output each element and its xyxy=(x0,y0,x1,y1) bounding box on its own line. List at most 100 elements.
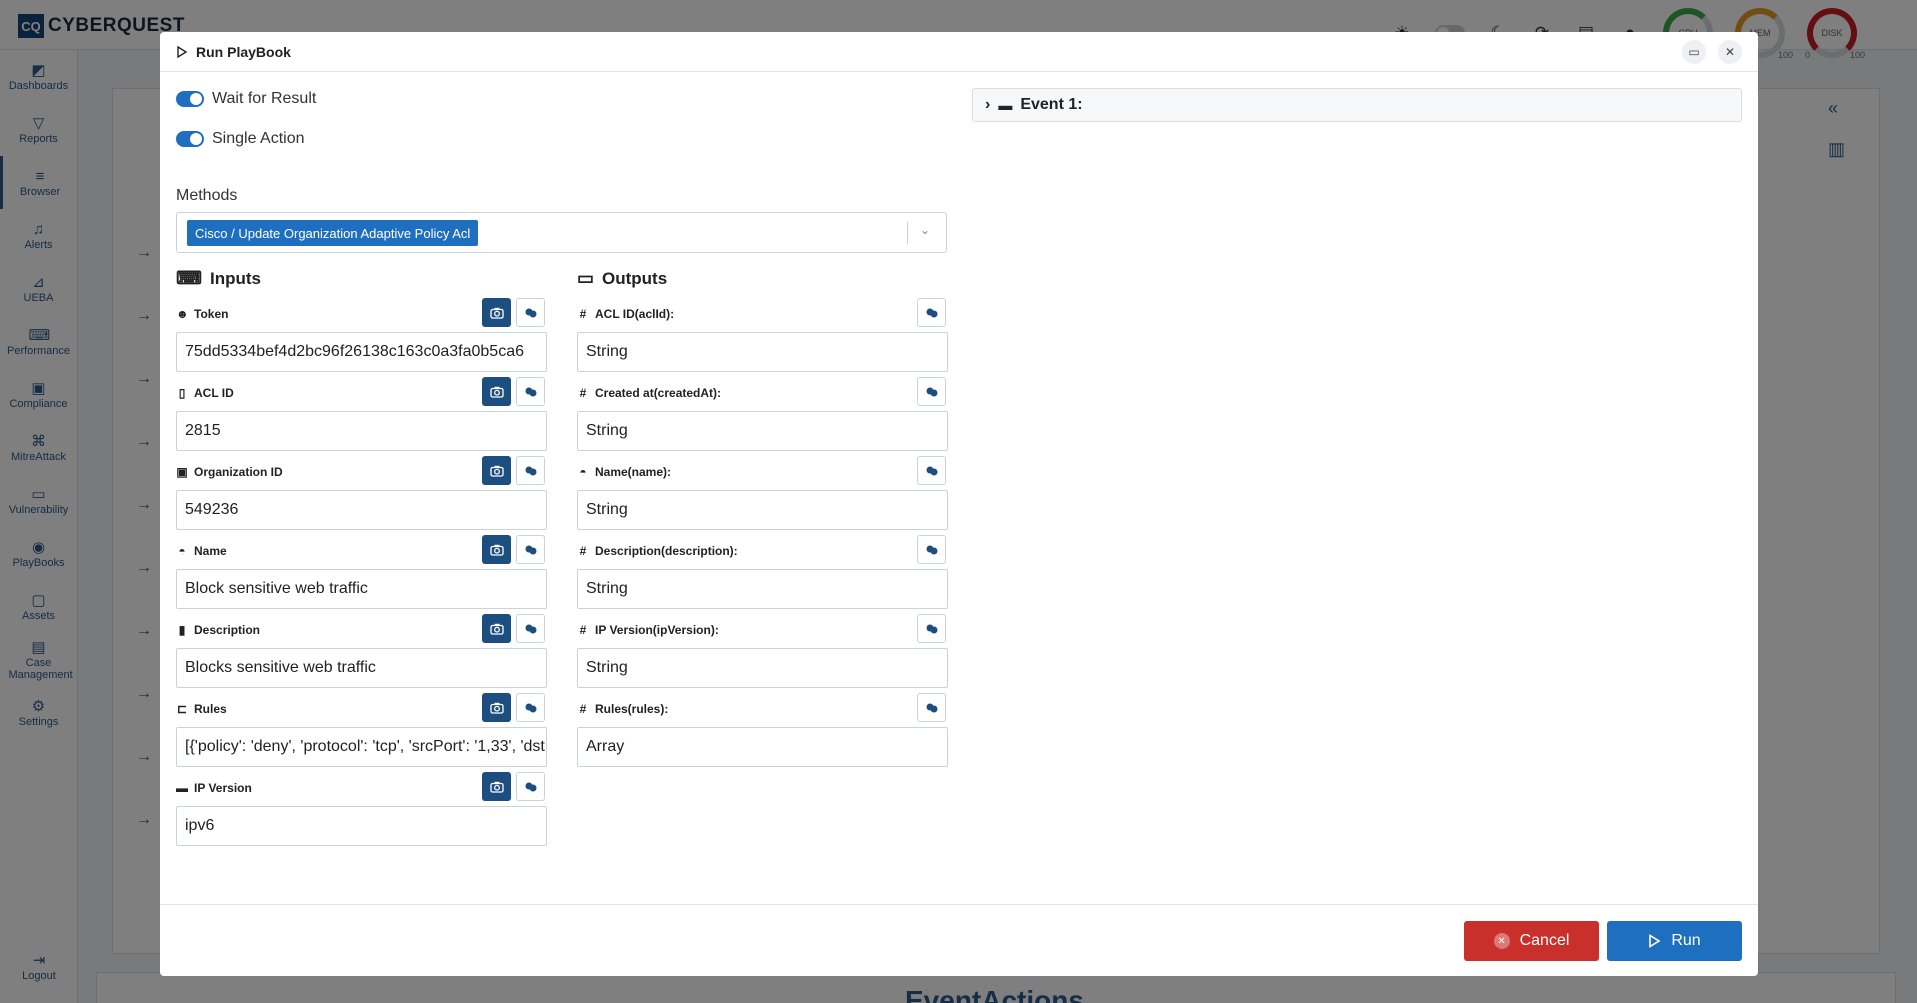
cloud-icon xyxy=(926,308,937,317)
single-action-toggle[interactable] xyxy=(176,131,204,147)
output-name-toggle-button[interactable] xyxy=(917,456,946,485)
outputs-title: ▭ Outputs xyxy=(577,268,667,289)
cancel-label: Cancel xyxy=(1519,932,1570,949)
camera-icon xyxy=(489,386,504,398)
output-description-toggle-button[interactable] xyxy=(917,535,946,564)
acl-id-label-text: ACL ID xyxy=(194,386,234,400)
run-button[interactable]: Run xyxy=(1607,921,1742,961)
cloud-icon xyxy=(926,387,937,396)
single-action-label: Single Action xyxy=(212,130,305,147)
camera-icon xyxy=(489,781,504,793)
output-created-at-label: # Created at(createdAt): xyxy=(577,386,721,400)
wait-for-result-toggle[interactable] xyxy=(176,91,204,107)
modal-title: Run PlayBook xyxy=(196,43,291,60)
token-input[interactable]: 75dd5334bef4d2bc96f26138c163c0a3fa0b5ca6 xyxy=(176,332,547,372)
token-snapshot-button[interactable] xyxy=(482,298,511,327)
token-label: ☻ Token xyxy=(176,307,228,321)
ip-version-label-text: IP Version xyxy=(194,781,252,795)
inputs-title: ⌨ Inputs xyxy=(176,268,261,289)
name-toggle-button[interactable] xyxy=(516,535,545,564)
organization-id-input[interactable]: 549236 xyxy=(176,490,547,530)
output-rules-label: # Rules(rules): xyxy=(577,702,669,716)
user-secret-icon: ☻ xyxy=(176,307,189,321)
monitor-icon: ▭ xyxy=(577,268,595,288)
output-acl-id-input[interactable]: String xyxy=(577,332,948,372)
rules-snapshot-button[interactable] xyxy=(482,693,511,722)
output-created-at-label-text: Created at(createdAt): xyxy=(595,386,722,400)
description-toggle-button[interactable] xyxy=(516,614,545,643)
output-name-label: ◓ Name(name): xyxy=(577,465,671,479)
close-icon: ✕ xyxy=(1724,45,1736,59)
ip-version-toggle-button[interactable] xyxy=(516,772,545,801)
rules-label: ⊏ Rules xyxy=(176,702,227,716)
keyboard-icon: ⌨ xyxy=(176,268,202,288)
ip-version-snapshot-button[interactable] xyxy=(482,772,511,801)
organization-id-snapshot-button[interactable] xyxy=(482,456,511,485)
output-name-label-text: Name(name): xyxy=(595,465,672,479)
rules-input[interactable]: [{'policy': 'deny', 'protocol': 'tcp', '… xyxy=(176,727,547,767)
organization-id-label: ▣ Organization ID xyxy=(176,465,282,479)
name-icon: ◓ xyxy=(579,465,587,479)
cancel-icon: ✕ xyxy=(1493,933,1510,949)
acl-id-snapshot-button[interactable] xyxy=(482,377,511,406)
description-input[interactable]: Blocks sensitive web traffic xyxy=(176,648,547,688)
select-separator xyxy=(907,222,908,244)
cancel-button[interactable]: ✕ Cancel xyxy=(1464,921,1599,961)
cloud-icon xyxy=(926,703,937,712)
router-icon: ▬ xyxy=(176,781,188,795)
cloud-icon xyxy=(926,545,937,554)
close-button[interactable]: ✕ xyxy=(1718,40,1742,64)
description-snapshot-button[interactable] xyxy=(482,614,511,643)
output-acl-id-label-text: ACL ID(aclId): xyxy=(595,307,675,321)
file-icon: ▮ xyxy=(178,623,186,637)
camera-icon xyxy=(489,702,504,714)
rules-toggle-button[interactable] xyxy=(516,693,545,722)
token-toggle-button[interactable] xyxy=(516,298,545,327)
output-description-label: # Description(description): xyxy=(577,544,738,558)
output-name-input[interactable]: String xyxy=(577,490,948,530)
event-panel[interactable]: › ▬ Event 1: xyxy=(972,88,1742,122)
output-ip-version-input[interactable]: String xyxy=(577,648,948,688)
ip-version-input[interactable]: ipv6 xyxy=(176,806,547,846)
output-rules-toggle-button[interactable] xyxy=(917,693,946,722)
output-ip-version-toggle-button[interactable] xyxy=(917,614,946,643)
run-label: Run xyxy=(1671,932,1701,949)
event-label: Event 1: xyxy=(1020,96,1083,113)
camera-icon xyxy=(489,465,504,477)
maximize-button[interactable]: ▭ xyxy=(1682,40,1706,64)
maximize-icon: ▭ xyxy=(1688,45,1700,59)
methods-select[interactable]: Cisco / Update Organization Adaptive Pol… xyxy=(176,212,947,253)
output-acl-id-toggle-button[interactable] xyxy=(917,298,946,327)
modal-header: Run PlayBook ▭ ✕ xyxy=(160,32,1758,72)
single-action-row: Single Action xyxy=(176,130,305,148)
cloud-icon xyxy=(525,308,536,317)
output-description-label-text: Description(description): xyxy=(595,544,738,558)
token-label-text: Token xyxy=(194,307,229,321)
folder-icon: ▬ xyxy=(998,97,1013,113)
methods-label: Methods xyxy=(176,187,238,204)
name-snapshot-button[interactable] xyxy=(482,535,511,564)
run-playbook-modal: Run PlayBook ▭ ✕ Wait for Result Single … xyxy=(160,32,1758,976)
output-acl-id-label: # ACL ID(aclId): xyxy=(577,307,674,321)
chevron-down-icon[interactable]: ⌄ xyxy=(920,223,934,237)
output-rules-input[interactable]: Array xyxy=(577,727,948,767)
rules-label-text: Rules xyxy=(194,702,227,716)
cloud-icon xyxy=(525,387,536,396)
output-created-at-toggle-button[interactable] xyxy=(917,377,946,406)
acl-id-input[interactable]: 2815 xyxy=(176,411,547,451)
organization-id-toggle-button[interactable] xyxy=(516,456,545,485)
play-icon xyxy=(1649,934,1661,948)
acl-id-toggle-button[interactable] xyxy=(516,377,545,406)
output-description-input[interactable]: String xyxy=(577,569,948,609)
cloud-icon xyxy=(926,466,937,475)
chevron-right-icon[interactable]: › xyxy=(985,96,990,114)
description-label: ▮ Description xyxy=(176,623,260,637)
modal-footer: ✕ Cancel Run xyxy=(160,904,1758,976)
output-rules-label-text: Rules(rules): xyxy=(595,702,669,716)
id-badge-icon: ▯ xyxy=(178,386,186,400)
method-tag[interactable]: Cisco / Update Organization Adaptive Pol… xyxy=(187,220,479,246)
name-input[interactable]: Block sensitive web traffic xyxy=(176,569,547,609)
output-created-at-input[interactable]: String xyxy=(577,411,948,451)
id-card-icon: ▣ xyxy=(176,465,188,479)
name-label: ◓ Name xyxy=(176,544,226,558)
